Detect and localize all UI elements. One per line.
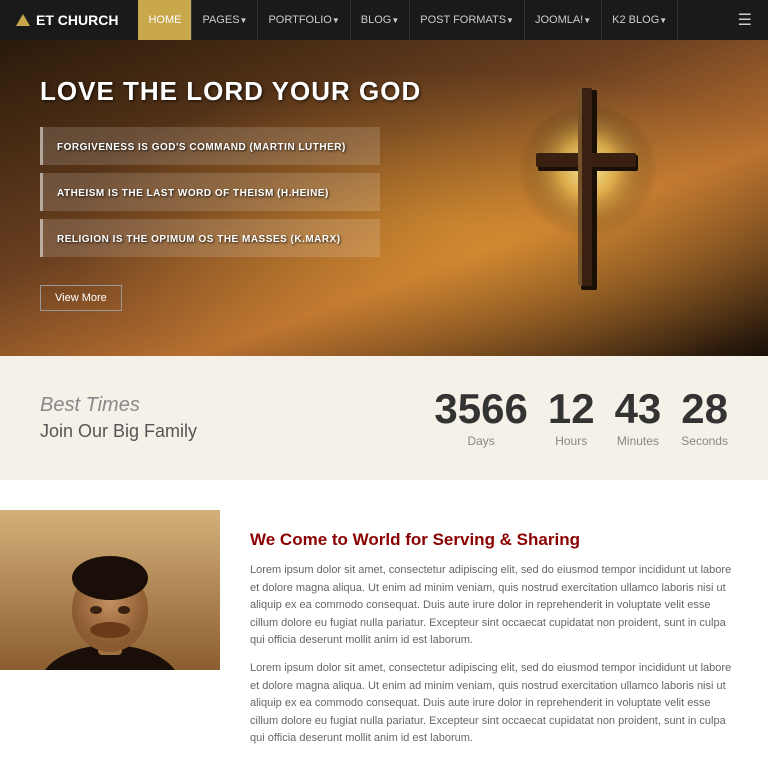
countdown-heading: Best Times xyxy=(40,394,197,417)
nav-blog[interactable]: BLOG xyxy=(351,0,411,40)
countdown-hours: 12 Hours xyxy=(548,388,595,448)
seconds-label: Seconds xyxy=(681,434,728,448)
content-para1: Lorem ipsum dolor sit amet, consectetur … xyxy=(250,562,738,650)
person-silhouette xyxy=(0,510,220,670)
hero-section: LOVE THE LORD YOUR GOD FORGIVENESS IS GO… xyxy=(0,40,768,356)
logo-text: ET CHURCH xyxy=(36,12,118,28)
hero-content: LOVE THE LORD YOUR GOD FORGIVENESS IS GO… xyxy=(0,40,768,347)
countdown-seconds: 28 Seconds xyxy=(681,388,728,448)
nav-home[interactable]: HOME xyxy=(138,0,192,40)
content-right: We Come to World for Serving & Sharing L… xyxy=(220,510,768,778)
minutes-label: Minutes xyxy=(615,434,662,448)
view-more-button[interactable]: View More xyxy=(40,285,122,311)
hours-value: 12 xyxy=(548,388,595,430)
countdown-numbers: 3566 Days 12 Hours 43 Minutes 28 Seconds xyxy=(434,388,728,448)
seconds-value: 28 xyxy=(681,388,728,430)
hours-label: Hours xyxy=(548,434,595,448)
nav-portfolio[interactable]: PORTFOLIO xyxy=(258,0,350,40)
content-section: We Come to World for Serving & Sharing L… xyxy=(0,480,768,778)
person-image xyxy=(0,510,220,670)
logo-icon xyxy=(16,14,30,26)
nav-joomla[interactable]: JOOMLA! xyxy=(525,0,602,40)
content-para2: Lorem ipsum dolor sit amet, consectetur … xyxy=(250,660,738,748)
hero-quote-1: FORGIVENESS IS GOD'S COMMAND (Martin Lut… xyxy=(40,127,380,165)
countdown-days: 3566 Days xyxy=(434,388,527,448)
nav-links: HOME PAGES PORTFOLIO BLOG POST FORMATS J… xyxy=(138,0,737,40)
content-title: We Come to World for Serving & Sharing xyxy=(250,530,738,550)
days-label: Days xyxy=(434,434,527,448)
navbar: ET CHURCH HOME PAGES PORTFOLIO BLOG POST… xyxy=(0,0,768,40)
hero-title: LOVE THE LORD YOUR GOD xyxy=(40,76,728,107)
hero-quote-2: ATHEISM IS THE LAST WORD OF THEISM (H.He… xyxy=(40,173,380,211)
countdown-minutes: 43 Minutes xyxy=(615,388,662,448)
site-logo[interactable]: ET CHURCH xyxy=(16,12,118,28)
countdown-subheading: Join Our Big Family xyxy=(40,421,197,442)
person-image-container xyxy=(0,510,220,778)
hero-quote-3: RELIGION IS THE OPIMUM OS THE MASSES (K.… xyxy=(40,219,380,257)
nav-pages[interactable]: PAGES xyxy=(192,0,258,40)
nav-post-formats[interactable]: POST FORMATS xyxy=(410,0,525,40)
hamburger-icon[interactable]: ☰ xyxy=(738,10,752,30)
minutes-value: 43 xyxy=(615,388,662,430)
countdown-left: Best Times Join Our Big Family xyxy=(40,394,197,442)
nav-k2-blog[interactable]: K2 BLOG xyxy=(602,0,678,40)
countdown-section: Best Times Join Our Big Family 3566 Days… xyxy=(0,356,768,480)
days-value: 3566 xyxy=(434,388,527,430)
